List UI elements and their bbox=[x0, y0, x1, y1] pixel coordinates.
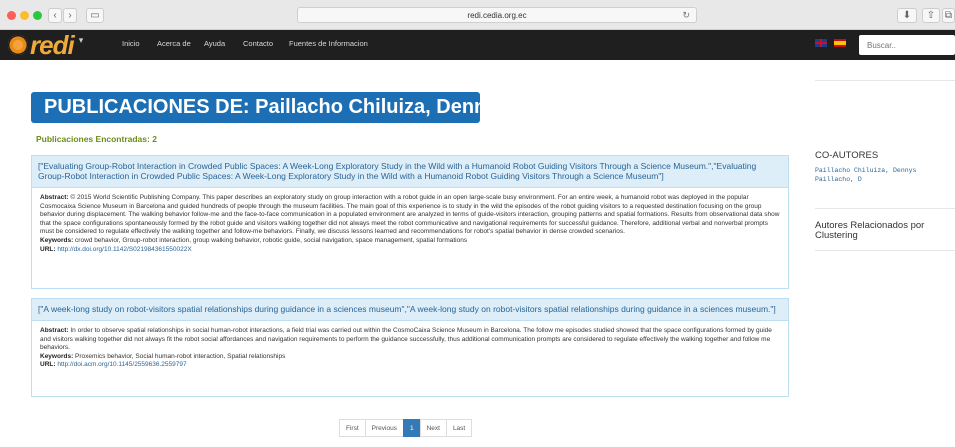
pagination-previous[interactable]: Previous bbox=[364, 419, 404, 437]
url-line: URL: http://dx.doi.org/10.1142/S02198436… bbox=[40, 246, 781, 255]
site-navbar: redi ▾ Inicio Acerca de Ayuda Contacto F… bbox=[0, 30, 955, 60]
publication-url-link[interactable]: http://dx.doi.org/10.1142/S0219843615500… bbox=[57, 246, 191, 253]
search-input[interactable] bbox=[859, 35, 955, 55]
page-title: PUBLICACIONES DE: Paillacho Chiluiza, De… bbox=[44, 96, 509, 118]
publication-panel: ["A week-long study on robot-visitors sp… bbox=[31, 298, 789, 397]
keywords-line: Keywords: Proxemics behavior, Social hum… bbox=[40, 353, 781, 362]
reload-icon[interactable]: ↻ bbox=[682, 10, 690, 21]
close-window-button[interactable] bbox=[7, 11, 16, 20]
back-icon[interactable]: ‹ bbox=[48, 8, 62, 23]
url-line: URL: http://doi.acm.org/10.1145/2559636.… bbox=[40, 361, 781, 370]
abstract-label: Abstract: bbox=[40, 194, 69, 201]
publication-body: Abstract: In order to observe spatial re… bbox=[32, 321, 788, 374]
logo-text: redi bbox=[30, 30, 75, 60]
downloads-icon[interactable]: ⬇ bbox=[897, 8, 917, 23]
nav-acerca-de[interactable]: Acerca de bbox=[157, 39, 191, 48]
pagination-last[interactable]: Last bbox=[445, 419, 473, 437]
url-label: URL: bbox=[40, 245, 56, 253]
tabs-overview-icon[interactable]: ⧉ bbox=[942, 8, 955, 23]
keywords-text: crowd behavior, Group-robot interaction,… bbox=[75, 236, 468, 244]
publication-title: ["Evaluating Group-Robot Interaction in … bbox=[32, 156, 788, 188]
sidebar-toggle-icon[interactable]: ▭ bbox=[86, 8, 104, 23]
pagination-first[interactable]: First bbox=[339, 419, 366, 437]
publication-title: ["A week-long study on robot-visitors sp… bbox=[32, 299, 788, 321]
english-flag-icon[interactable] bbox=[815, 39, 827, 47]
keywords-text: Proxemics behavior, Social human-robot i… bbox=[75, 352, 286, 360]
nav-contacto[interactable]: Contacto bbox=[243, 39, 273, 48]
sidebar-divider bbox=[815, 208, 955, 209]
related-authors-title: Autores Relacionados por Clustering bbox=[815, 220, 925, 241]
address-bar-url: redi.cedia.org.ec bbox=[467, 10, 527, 20]
minimize-window-button[interactable] bbox=[20, 11, 29, 20]
abstract-label: Abstract: bbox=[40, 327, 69, 334]
abstract-text: In order to observe spatial relationship… bbox=[40, 327, 772, 352]
zoom-window-button[interactable] bbox=[33, 11, 42, 20]
pagination-page-1[interactable]: 1 bbox=[402, 419, 421, 437]
browser-toolbar: ‹ › ▭ redi.cedia.org.ec ↻ ⬇ ⇧ ⧉ bbox=[0, 0, 955, 30]
page-title-box: PUBLICACIONES DE: Paillacho Chiluiza, De… bbox=[31, 92, 509, 123]
abstract-line: Abstract: © 2015 World Scientific Publis… bbox=[40, 194, 781, 237]
publication-url-link[interactable]: http://doi.acm.org/10.1145/2559636.25597… bbox=[57, 361, 186, 368]
publication-body: Abstract: © 2015 World Scientific Publis… bbox=[32, 188, 788, 258]
nav-fuentes[interactable]: Fuentes de Informacion bbox=[289, 39, 368, 48]
abstract-text: © 2015 World Scientific Publishing Compa… bbox=[40, 194, 780, 236]
nav-ayuda[interactable]: Ayuda bbox=[204, 39, 225, 48]
coauthor-link[interactable]: Paillacho Chiluiza, Dennys bbox=[815, 167, 916, 175]
address-bar[interactable]: redi.cedia.org.ec ↻ bbox=[297, 7, 697, 23]
chevron-down-icon[interactable]: ▾ bbox=[79, 35, 84, 46]
forward-icon[interactable]: › bbox=[63, 8, 77, 23]
url-label: URL: bbox=[40, 361, 56, 369]
publication-panel: ["Evaluating Group-Robot Interaction in … bbox=[31, 155, 789, 289]
share-icon[interactable]: ⇧ bbox=[922, 8, 940, 23]
sidebar-divider bbox=[815, 250, 955, 251]
nav-inicio[interactable]: Inicio bbox=[122, 39, 140, 48]
sidebar-divider bbox=[815, 80, 955, 81]
site-logo[interactable]: redi ▾ bbox=[8, 32, 83, 58]
pagination: First Previous 1 Next Last bbox=[339, 419, 473, 437]
pagination-next[interactable]: Next bbox=[419, 419, 447, 437]
logo-mark-icon bbox=[8, 35, 28, 55]
coauthor-link[interactable]: Paillacho, D bbox=[815, 176, 862, 184]
keywords-label: Keywords: bbox=[40, 236, 74, 244]
publications-count: Publicaciones Encontradas: 2 bbox=[36, 134, 157, 144]
keywords-label: Keywords: bbox=[40, 352, 74, 360]
keywords-line: Keywords: crowd behavior, Group-robot in… bbox=[40, 237, 781, 246]
coauthors-title: CO-AUTORES bbox=[815, 150, 879, 161]
abstract-line: Abstract: In order to observe spatial re… bbox=[40, 327, 781, 353]
spanish-flag-icon[interactable] bbox=[834, 39, 846, 47]
